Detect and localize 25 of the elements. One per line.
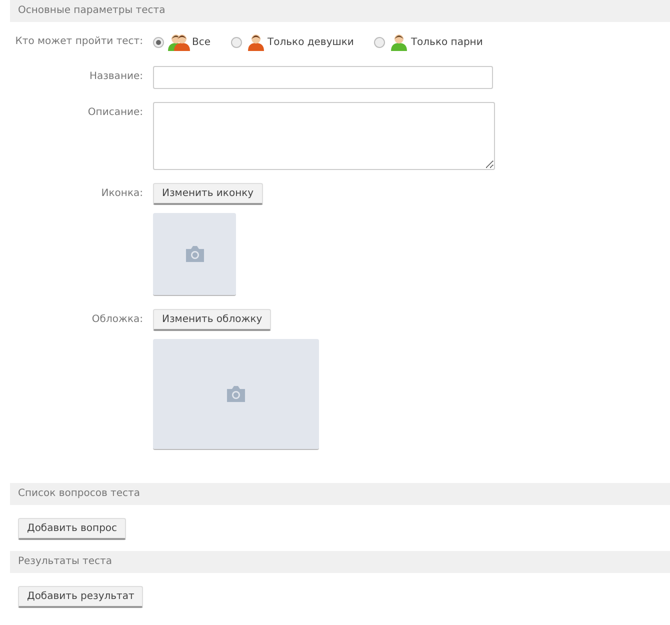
radio-button[interactable] — [230, 36, 242, 48]
radio-label: Все — [192, 36, 211, 48]
radio-label: Только парни — [410, 36, 483, 48]
text-area[interactable] — [153, 102, 495, 170]
add-button[interactable]: Добавить результат — [18, 586, 144, 608]
section-header: Результаты теста — [10, 551, 670, 573]
radio-button[interactable] — [153, 36, 164, 48]
man-icon — [388, 33, 409, 51]
field-label: Название: — [88, 70, 143, 84]
change-button[interactable]: Изменить обложку — [153, 309, 272, 331]
field-label: Описание: — [86, 106, 143, 120]
field-label: Иконка: — [100, 187, 143, 201]
field-label: Кто может пройти тест: — [14, 35, 143, 49]
field-label: Обложка: — [90, 313, 143, 327]
section-header: Список вопросов теста — [10, 483, 670, 505]
add-button[interactable]: Добавить вопрос — [18, 518, 126, 540]
camera-icon — [184, 245, 206, 263]
camera-icon — [225, 385, 247, 403]
radio-label: Только девушки — [268, 36, 354, 48]
change-button[interactable]: Изменить иконку — [153, 183, 263, 205]
people-icon — [168, 33, 190, 51]
radio-button[interactable] — [374, 36, 385, 48]
input-field[interactable] — [153, 66, 493, 89]
woman-icon — [246, 33, 266, 51]
section-header: Основные параметры теста — [10, 0, 670, 22]
